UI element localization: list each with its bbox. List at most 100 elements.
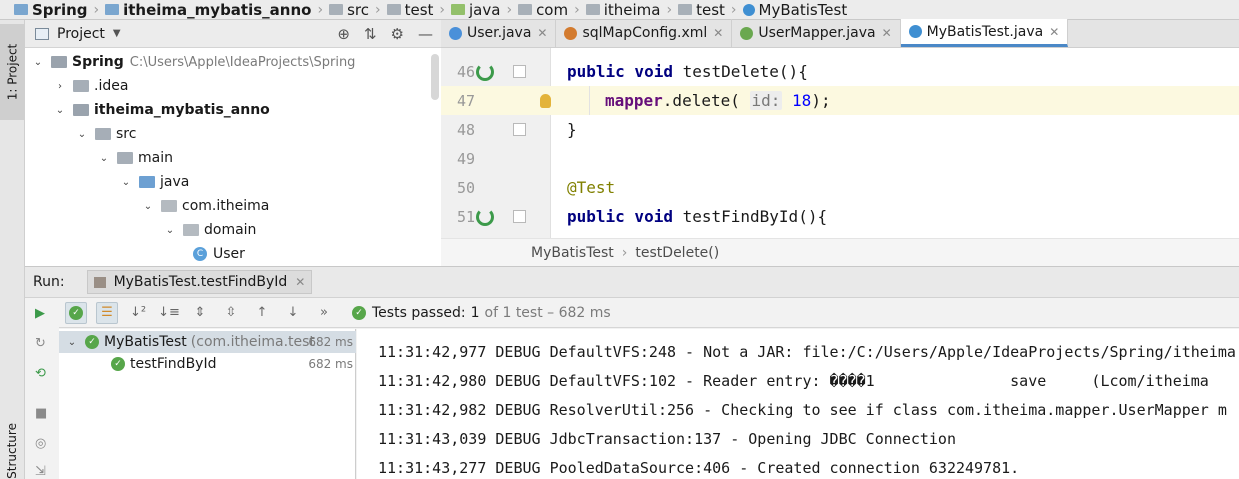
test-row-method[interactable]: ✓ testFindById 682 ms: [59, 353, 356, 375]
code-line[interactable]: 50 @Test: [441, 173, 1239, 202]
editor-breadcrumb-method[interactable]: testDelete(): [635, 245, 719, 261]
more-icon[interactable]: »: [313, 302, 335, 324]
code-token: mapper: [605, 91, 663, 110]
expand-all-icon[interactable]: ⇕: [189, 302, 211, 324]
chevron-down-icon[interactable]: ⌄: [65, 337, 79, 348]
console-line: 11:31:42,977 DEBUG DefaultVFS:248 - Not …: [378, 342, 1236, 361]
crumb-class[interactable]: MyBatisTest: [742, 1, 847, 19]
collapse-all-icon[interactable]: ⇅: [364, 25, 377, 43]
editor-breadcrumb-class[interactable]: MyBatisTest: [531, 245, 614, 261]
run-test-icon[interactable]: [476, 62, 494, 81]
code-text: }: [567, 120, 577, 139]
package-icon: [183, 224, 199, 236]
console-line: 11:31:43,039 DEBUG JdbcTransaction:137 -…: [378, 429, 956, 448]
crumb-java[interactable]: java: [451, 1, 500, 19]
tree-item-java[interactable]: ⌄ java: [119, 170, 190, 194]
folder-icon: [329, 4, 344, 15]
dropdown-caret-icon[interactable]: ▼: [113, 28, 121, 39]
close-icon[interactable]: ✕: [713, 26, 723, 40]
code-line[interactable]: 49: [441, 144, 1239, 173]
lightbulb-icon[interactable]: [540, 93, 551, 108]
export-icon[interactable]: ⇲: [35, 464, 49, 479]
toggle-autotest-icon[interactable]: ⟲: [35, 366, 49, 381]
crumb-com[interactable]: com: [518, 1, 568, 19]
run-label: Run:: [33, 274, 65, 290]
run-test-icon[interactable]: [476, 207, 494, 226]
tree-item-domain[interactable]: ⌄ domain: [163, 218, 257, 242]
code-line[interactable]: 48}: [441, 115, 1239, 144]
next-test-icon[interactable]: ↓: [282, 302, 304, 324]
close-icon[interactable]: ✕: [1049, 25, 1059, 39]
camera-icon[interactable]: ◎: [35, 436, 49, 451]
fold-marker-icon[interactable]: [513, 123, 526, 136]
crumb-test[interactable]: test: [386, 1, 433, 19]
stop-icon[interactable]: ■: [35, 406, 49, 421]
tree-item-idea[interactable]: › .idea: [53, 74, 128, 98]
show-passed-button[interactable]: ✓: [65, 301, 87, 324]
close-icon[interactable]: ✕: [882, 26, 892, 40]
crumb-project[interactable]: Spring: [14, 1, 88, 19]
previous-test-icon[interactable]: ↑: [251, 302, 273, 324]
line-number: 46: [456, 62, 475, 81]
collapse-all-icon[interactable]: ⇳: [220, 302, 242, 324]
hide-icon[interactable]: —: [418, 25, 433, 43]
close-icon[interactable]: ✕: [295, 275, 305, 289]
tab-user-java[interactable]: User.java ✕: [441, 19, 557, 47]
code-line[interactable]: 46 public void testDelete(){: [441, 57, 1239, 86]
package-icon: [585, 4, 600, 15]
show-ignored-button[interactable]: ☰: [96, 301, 118, 324]
structure-tool-tab[interactable]: Z: Structure: [0, 416, 24, 479]
folder-icon: [386, 4, 401, 15]
line-number: 49: [456, 149, 475, 168]
run-config-icon: [93, 276, 106, 288]
code-line[interactable]: 47 mapper.delete( id: 18);: [441, 86, 1239, 115]
tree-item-src[interactable]: ⌄ src: [75, 122, 137, 146]
chevron-right-icon[interactable]: ›: [53, 81, 67, 92]
tree-item-main[interactable]: ⌄ main: [97, 146, 173, 170]
run-config-tab[interactable]: MyBatisTest.testFindById ✕: [86, 270, 313, 294]
chevron-down-icon[interactable]: ⌄: [31, 57, 45, 68]
rerun-failed-icon[interactable]: ↻: [35, 336, 49, 351]
chevron-right-icon: ›: [666, 1, 673, 18]
chevron-down-icon[interactable]: ⌄: [119, 177, 133, 188]
project-icon: [35, 27, 49, 40]
chevron-down-icon[interactable]: ⌄: [163, 225, 177, 236]
close-icon[interactable]: ✕: [537, 26, 547, 40]
chevron-down-icon[interactable]: ⌄: [97, 153, 111, 164]
project-tool-tab[interactable]: 1: Project: [0, 24, 24, 120]
crumb-module[interactable]: itheima_mybatis_anno: [105, 1, 311, 19]
code-text: public void testDelete(){: [567, 62, 808, 81]
crumb-test-package[interactable]: test: [678, 1, 725, 19]
console-line: 11:31:43,277 DEBUG PooledDataSource:406 …: [378, 458, 1020, 477]
chevron-down-icon[interactable]: ⌄: [53, 105, 67, 116]
tree-item-module[interactable]: ⌄ itheima_mybatis_anno: [53, 98, 270, 122]
editor-breadcrumb: MyBatisTest › testDelete(): [441, 238, 1239, 266]
sort-alpha-icon[interactable]: ↓²: [127, 302, 149, 324]
rerun-icon[interactable]: ▶: [35, 306, 49, 321]
tab-usermapper-java[interactable]: UserMapper.java ✕: [732, 19, 901, 47]
code-token: testDelete(){: [682, 62, 808, 81]
chevron-right-icon: ›: [506, 1, 513, 18]
fold-marker-icon[interactable]: [513, 210, 526, 223]
fold-marker-icon[interactable]: [513, 65, 526, 78]
locate-icon[interactable]: ⊕: [337, 25, 350, 43]
code-editor[interactable]: 46 public void testDelete(){ 47 mapper.dele…: [441, 48, 1239, 238]
chevron-down-icon[interactable]: ⌄: [75, 129, 89, 140]
project-panel-title[interactable]: Project: [57, 26, 105, 42]
tree-scrollbar[interactable]: [431, 54, 439, 100]
tree-item-spring[interactable]: ⌄ Spring C:\Users\Apple\IdeaProjects\Spr…: [31, 50, 356, 74]
test-row-class[interactable]: ⌄ ✓ MyBatisTest (com.itheima.test 682 ms: [59, 331, 356, 353]
gear-icon[interactable]: ⚙: [391, 25, 404, 43]
crumb-itheima[interactable]: itheima: [585, 1, 660, 19]
code-line[interactable]: 51 public void testFindById(){: [441, 202, 1239, 231]
tab-sqlmapconfig-xml[interactable]: sqlMapConfig.xml ✕: [556, 19, 733, 47]
tab-mybatistest-java[interactable]: MyBatisTest.java ✕: [900, 19, 1069, 47]
crumb-src[interactable]: src: [329, 1, 369, 19]
console-output[interactable]: 11:31:42,977 DEBUG DefaultVFS:248 - Not …: [357, 329, 1239, 479]
chevron-down-icon[interactable]: ⌄: [141, 201, 155, 212]
tree-item-user[interactable]: C User: [193, 242, 245, 266]
tree-item-package[interactable]: ⌄ com.itheima: [141, 194, 270, 218]
sort-duration-icon[interactable]: ↓≡: [158, 302, 180, 324]
project-folder-icon: [51, 56, 67, 68]
